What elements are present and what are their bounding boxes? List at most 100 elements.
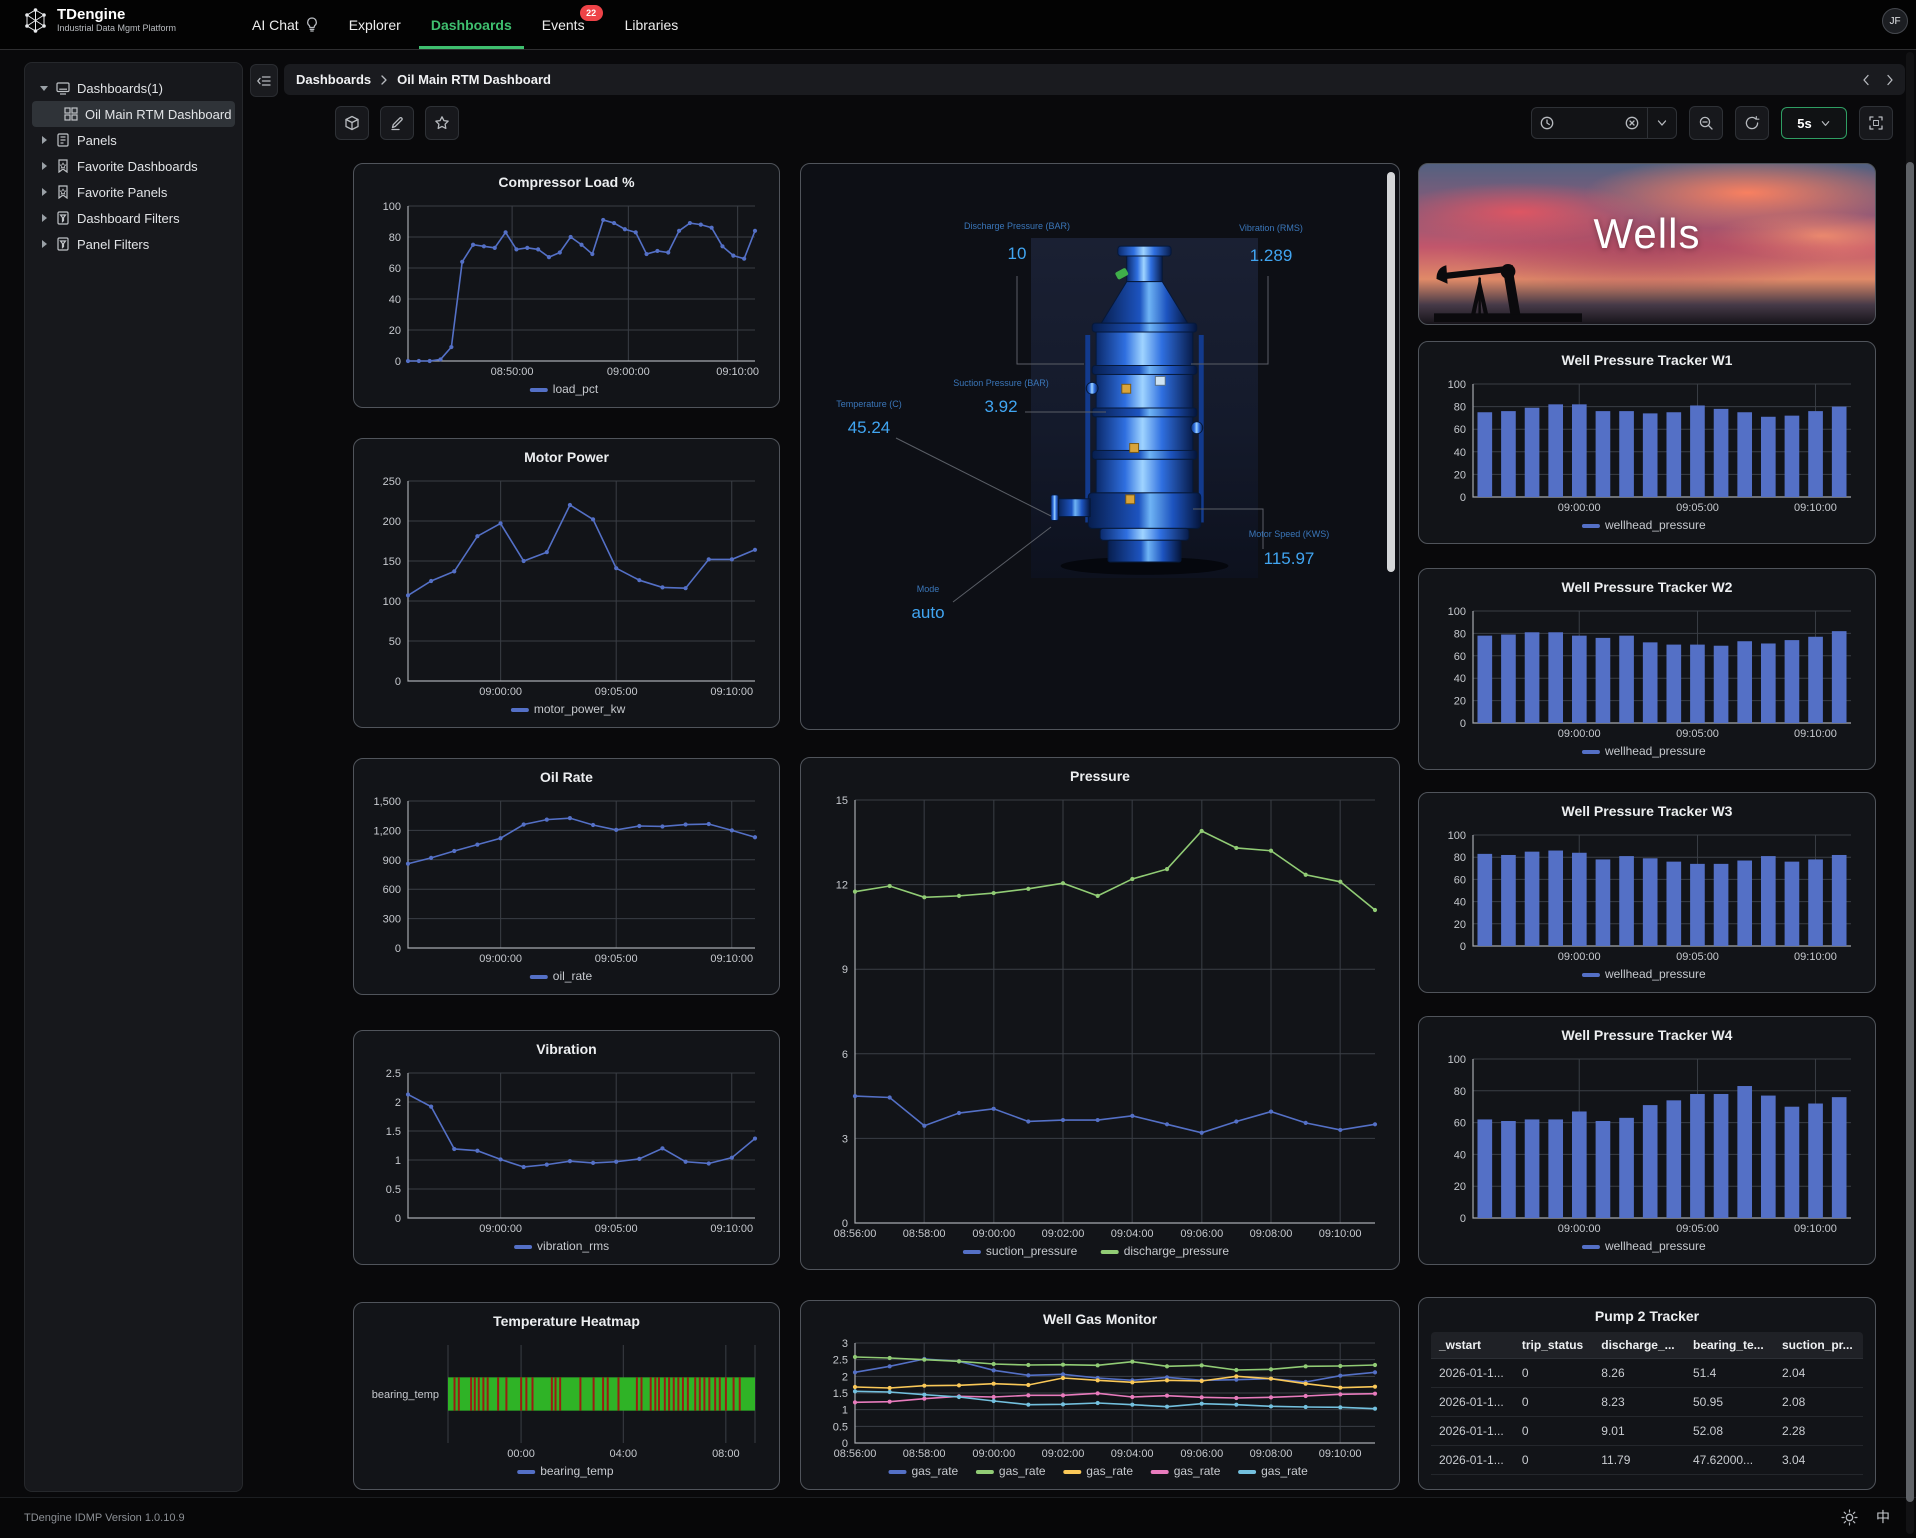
svg-text:0: 0 (395, 356, 401, 368)
sidebar-collapse-button[interactable] (250, 64, 278, 97)
well-pressure-w4-chart: 02040608010009:00:0009:05:0009:10:00well… (1429, 1051, 1865, 1258)
table-cell: 2026-01-1... (1431, 1359, 1514, 1388)
favorite-bookmark-icon (55, 185, 70, 200)
panel-well-pressure-w2[interactable]: Well Pressure Tracker W2 02040608010009:… (1418, 568, 1876, 770)
svg-text:60: 60 (1454, 424, 1466, 436)
fullscreen-button[interactable] (1859, 106, 1893, 140)
table-column-header[interactable]: trip_status (1514, 1332, 1593, 1359)
chart-title: Oil Rate (354, 769, 779, 785)
caret-right-icon[interactable] (40, 214, 48, 222)
svg-text:09:00:00: 09:00:00 (479, 953, 522, 965)
chart-title: Pressure (801, 768, 1399, 784)
lightbulb-icon (305, 17, 319, 32)
theme-sun-icon[interactable] (1841, 1509, 1858, 1526)
language-toggle[interactable]: 中 (1876, 1507, 1890, 1527)
page-scrollbar-thumb[interactable] (1906, 162, 1914, 1502)
panel-oil-rate[interactable]: Oil Rate 03006009001,2001,50009:00:0009:… (353, 758, 780, 995)
caret-right-icon[interactable] (40, 188, 48, 196)
sidebar-item-dashboards-group[interactable]: Dashboards(1) (32, 75, 235, 101)
sidebar-item-oil-main-rtm-dashboard[interactable]: Oil Main RTM Dashboard (32, 101, 235, 127)
panel-pump2-tracker[interactable]: Pump 2 Tracker _wstarttrip_statusdischar… (1418, 1297, 1876, 1490)
panel-pump-3d[interactable]: Discharge Pressure (BAR) 10 Vibration (R… (800, 163, 1400, 730)
clear-icon[interactable] (1625, 116, 1639, 130)
fullscreen-icon (1868, 115, 1884, 131)
table-row[interactable]: 2026-01-1...09.0152.082.28 (1431, 1417, 1863, 1446)
svg-text:15: 15 (836, 795, 848, 807)
svg-text:0.5: 0.5 (833, 1421, 848, 1433)
svg-text:gas_rate: gas_rate (1261, 1464, 1308, 1478)
next-dashboard-icon[interactable] (1885, 73, 1895, 87)
svg-text:0: 0 (1460, 718, 1466, 730)
svg-text:09:05:00: 09:05:00 (1676, 951, 1719, 963)
svg-text:09:05:00: 09:05:00 (595, 1223, 638, 1235)
edit-dashboard-button[interactable] (380, 106, 414, 140)
caret-right-icon[interactable] (40, 136, 48, 144)
table-column-header[interactable]: bearing_te... (1685, 1332, 1774, 1359)
prev-dashboard-icon[interactable] (1861, 73, 1871, 87)
panel-motor-power[interactable]: Motor Power 05010015020025009:00:0009:05… (353, 438, 780, 728)
sidebar-item-dashboard-filters[interactable]: Dashboard Filters (32, 205, 235, 231)
svg-text:09:05:00: 09:05:00 (595, 953, 638, 965)
chevron-down-icon[interactable] (1656, 117, 1668, 129)
table-column-header[interactable]: _wstart (1431, 1332, 1514, 1359)
filter-icon (55, 211, 70, 226)
caret-right-icon[interactable] (40, 162, 48, 170)
breadcrumb-current: Oil Main RTM Dashboard (397, 72, 551, 87)
svg-text:09:06:00: 09:06:00 (1180, 1448, 1223, 1460)
breadcrumb-dashboards[interactable]: Dashboards (296, 72, 371, 87)
zoom-out-button[interactable] (1689, 106, 1723, 140)
table-column-header[interactable]: discharge_... (1593, 1332, 1685, 1359)
panel-wells-image[interactable]: Wells (1418, 163, 1876, 325)
panel-icon (55, 133, 70, 148)
refresh-button[interactable] (1735, 106, 1769, 140)
favorite-dashboard-button[interactable] (425, 106, 459, 140)
panel-well-pressure-w3[interactable]: Well Pressure Tracker W3 02040608010009:… (1418, 792, 1876, 993)
svg-text:250: 250 (383, 476, 401, 488)
metric-discharge-pressure: Discharge Pressure (BAR) 10 (964, 221, 1070, 264)
table-row[interactable]: 2026-01-1...011.7947.62000...3.04 (1431, 1446, 1863, 1475)
refresh-interval-select[interactable]: 5s (1781, 107, 1847, 139)
panel-well-gas-monitor[interactable]: Well Gas Monitor 00.511.522.5308:56:0008… (800, 1300, 1400, 1490)
user-avatar[interactable]: JF (1882, 8, 1908, 34)
table-row[interactable]: 2026-01-1...08.2350.952.08 (1431, 1388, 1863, 1417)
brand-name: TDengine (57, 6, 176, 23)
sidebar-item-panel-filters[interactable]: Panel Filters (32, 231, 235, 257)
nav-ai-chat-label: AI Chat (252, 17, 299, 33)
nav-events[interactable]: Events 22 (540, 0, 587, 49)
svg-text:08:50:00: 08:50:00 (491, 366, 534, 378)
pump-panel-scrollbar[interactable] (1387, 172, 1395, 572)
brand[interactable]: TDengine Industrial Data Mgmt Platform (22, 6, 176, 34)
table-cell: 0 (1514, 1446, 1593, 1475)
svg-text:09:10:00: 09:10:00 (1319, 1448, 1362, 1460)
nav-ai-chat[interactable]: AI Chat (250, 0, 321, 49)
svg-text:100: 100 (1448, 1054, 1466, 1066)
caret-right-icon[interactable] (40, 240, 48, 248)
motor-power-chart: 05010015020025009:00:0009:05:0009:10:00m… (364, 473, 769, 721)
table-row[interactable]: 2026-01-1...08.2651.42.04 (1431, 1359, 1863, 1388)
svg-text:09:00:00: 09:00:00 (479, 1223, 522, 1235)
table-column-header[interactable]: suction_pr... (1774, 1332, 1863, 1359)
nav-explorer[interactable]: Explorer (347, 0, 403, 49)
chart-title: Well Pressure Tracker W2 (1419, 579, 1875, 595)
time-range-input[interactable] (1531, 107, 1677, 139)
nav-libraries[interactable]: Libraries (623, 0, 681, 49)
svg-text:08:58:00: 08:58:00 (903, 1448, 946, 1460)
panel-temperature-heatmap[interactable]: Temperature Heatmap 00:0004:0008:00beari… (353, 1302, 780, 1490)
svg-text:load_pct: load_pct (553, 382, 599, 396)
view-3d-button[interactable] (335, 106, 369, 140)
svg-text:0: 0 (395, 676, 401, 688)
caret-down-icon[interactable] (40, 86, 48, 91)
sidebar-item-panels[interactable]: Panels (32, 127, 235, 153)
panel-well-pressure-w4[interactable]: Well Pressure Tracker W4 02040608010009:… (1418, 1016, 1876, 1265)
panel-vibration[interactable]: Vibration 00.511.522.509:00:0009:05:0009… (353, 1030, 780, 1265)
nav-dashboards[interactable]: Dashboards (429, 0, 514, 49)
svg-text:gas_rate: gas_rate (1174, 1464, 1221, 1478)
panel-well-pressure-w1[interactable]: Well Pressure Tracker W1 02040608010009:… (1418, 341, 1876, 544)
sidebar-item-favorite-dashboards[interactable]: Favorite Dashboards (32, 153, 235, 179)
oil-rate-chart: 03006009001,2001,50009:00:0009:05:0009:1… (364, 793, 769, 988)
panel-pressure[interactable]: Pressure 0369121508:56:0008:58:0009:00:0… (800, 757, 1400, 1270)
panel-compressor-load[interactable]: Compressor Load % 02040608010008:50:0009… (353, 163, 780, 408)
sidebar-item-favorite-panels[interactable]: Favorite Panels (32, 179, 235, 205)
page-scrollbar[interactable] (1906, 52, 1914, 1534)
metric-suction-pressure: Suction Pressure (BAR) 3.92 (953, 378, 1049, 417)
